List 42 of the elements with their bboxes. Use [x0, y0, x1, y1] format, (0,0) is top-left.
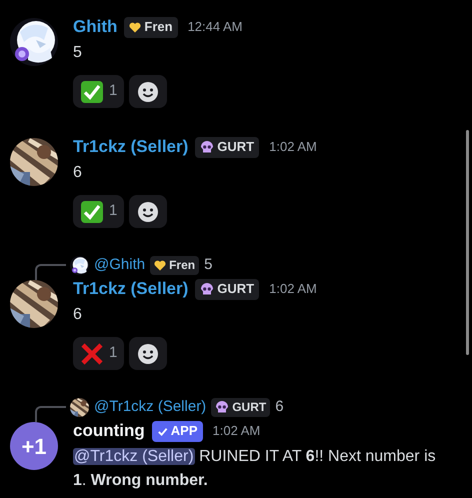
add-reaction-button[interactable] [129, 337, 168, 370]
heart-icon [129, 22, 142, 32]
message-text: 5 [73, 43, 83, 63]
smiley-icon [137, 342, 160, 364]
timestamp: 1:02 AM [269, 138, 317, 156]
user-tag: Fren [150, 256, 200, 274]
checkmark-icon [80, 200, 104, 224]
timestamp: 1:02 AM [212, 422, 260, 440]
cross-icon [80, 342, 104, 366]
checkmark-icon [156, 426, 168, 436]
timestamp: 12:44 AM [188, 18, 242, 36]
user-tag: GURT [211, 398, 270, 416]
author-name[interactable]: Tr1ckz (Seller) [73, 276, 188, 302]
message-text: 6 [73, 163, 83, 183]
reply-author[interactable]: @Tr1ckz (Seller) [94, 396, 206, 418]
skull-icon [200, 140, 214, 154]
reaction-button[interactable]: 1 [73, 337, 124, 370]
mention-link[interactable]: @Tr1ckz (Seller) [73, 448, 195, 465]
reply-text[interactable]: 5 [204, 254, 212, 276]
skull-icon [200, 282, 214, 296]
add-reaction-button[interactable] [129, 195, 168, 228]
bot-avatar: +1 [10, 422, 58, 470]
user-tag: GURT [195, 136, 260, 158]
smiley-icon [137, 200, 160, 222]
user-tag: GURT [195, 278, 260, 300]
reaction-button[interactable]: 1 [73, 75, 124, 108]
user-tag: Fren [124, 16, 178, 38]
reaction-button[interactable]: 1 [73, 195, 124, 228]
skull-icon [215, 400, 230, 414]
message-text: @Tr1ckz (Seller) RUINED IT AT 6!! Next number is 1. Wrong number. [73, 447, 437, 491]
reply-text[interactable]: 6 [275, 396, 284, 418]
message-text: 6 [73, 305, 83, 325]
reply-author[interactable]: @Ghith [94, 254, 146, 276]
author-name[interactable]: counting [73, 418, 145, 444]
heart-icon [154, 260, 166, 270]
user-tag: APP [152, 420, 202, 442]
smiley-icon [137, 80, 160, 102]
add-reaction-button[interactable] [129, 75, 168, 108]
author-name[interactable]: Ghith [73, 14, 118, 40]
checkmark-icon [80, 80, 104, 104]
author-name[interactable]: Tr1ckz (Seller) [73, 134, 188, 160]
timestamp: 1:02 AM [269, 280, 317, 298]
